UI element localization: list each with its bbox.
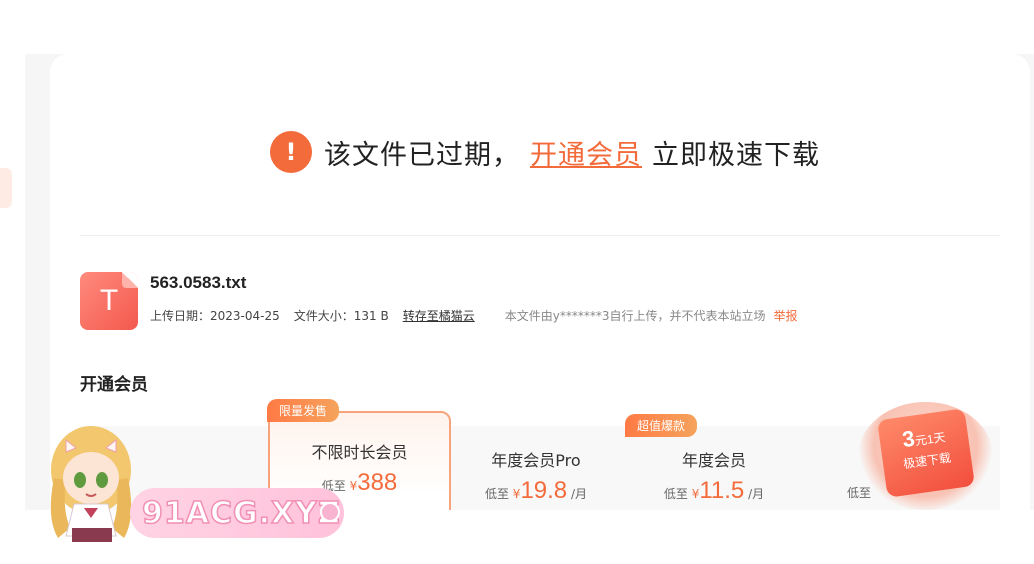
promo-big-unit: 元1天: [914, 430, 947, 449]
price-unit: /月: [570, 487, 588, 501]
heart-icon: [320, 502, 340, 522]
watermark-text: 91ACG.XYZ: [141, 495, 341, 532]
file-icon-letter: T: [99, 284, 119, 317]
file-fold-corner: [122, 272, 138, 288]
expired-notice: ! 该文件已过期， 开通会员 立即极速下载: [270, 131, 820, 173]
plan-price: 低至 ¥11.5 /月: [643, 477, 785, 505]
watermark-banner: 91ACG.XYZ: [130, 488, 344, 538]
file-name: 563.0583.txt: [150, 273, 247, 292]
plan-card-annual-pro[interactable]: 年度会员Pro 低至 ¥19.8 /月: [465, 447, 607, 505]
file-meta: 上传日期：2023-04-25 文件大小：131 B 转存至橘猫云 本文件由y*…: [150, 307, 811, 324]
plan-card-annual[interactable]: 年度会员 低至 ¥11.5 /月: [643, 447, 785, 505]
promo-ticket-badge[interactable]: 3元1天 极速下载: [877, 408, 975, 498]
open-membership-link[interactable]: 开通会员: [530, 133, 642, 172]
price-prefix: 低至: [484, 487, 509, 501]
plan-name: 不限时长会员: [311, 443, 408, 462]
save-to-cloud-link[interactable]: 转存至橘猫云: [403, 307, 475, 324]
divider: [80, 235, 1000, 236]
side-tab[interactable]: [0, 168, 12, 208]
price-prefix: 低至: [847, 486, 872, 500]
price-amount: 19.8: [520, 477, 568, 504]
uploader-disclaimer: 本文件由y*******3自行上传，并不代表本站立场: [504, 309, 766, 323]
membership-section-title: 开通会员: [80, 375, 148, 395]
text-file-icon: T: [80, 272, 138, 330]
warning-exclamation-icon: !: [270, 131, 312, 173]
fast-download-text: 立即极速下载: [652, 139, 820, 171]
anime-mascot-image: [50, 426, 132, 542]
expired-text: 该文件已过期，: [324, 139, 520, 171]
plan-name: 年度会员Pro: [491, 451, 581, 470]
limited-sale-badge: 限量发售: [267, 399, 340, 422]
upload-date: 上传日期：2023-04-25: [150, 309, 280, 323]
report-link[interactable]: 举报: [773, 307, 797, 324]
plan-price: 低至 ¥19.8 /月: [465, 477, 607, 505]
plan-name: 年度会员: [681, 451, 746, 470]
price-unit: /月: [748, 487, 765, 501]
page: ! 该文件已过期， 开通会员 立即极速下载 T 563.0583.txt 上传日…: [0, 0, 1034, 564]
file-size: 文件大小：131 B: [293, 309, 389, 323]
plan-card-partial[interactable]: 低至: [847, 484, 871, 501]
price-prefix: 低至: [663, 487, 688, 501]
hot-deal-badge: 超值爆款: [625, 414, 698, 437]
price-amount: 11.5: [699, 477, 745, 504]
price-amount: 388: [357, 469, 398, 496]
